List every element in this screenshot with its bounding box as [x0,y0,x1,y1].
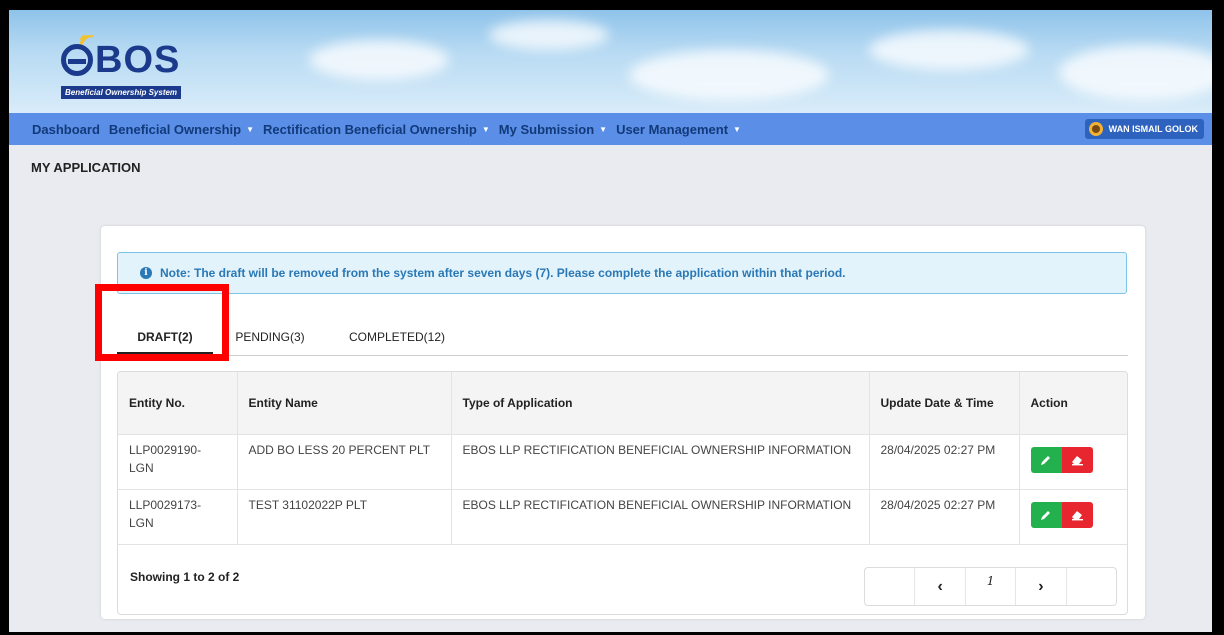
col-header-entity-no[interactable]: Entity No. [118,372,238,435]
cell-type: EBOS LLP RECTIFICATION BENEFICIAL OWNERS… [451,434,870,490]
nav-label: Dashboard [32,121,100,137]
logo-text: BOS [95,39,181,81]
eraser-icon [1071,456,1083,466]
nav-beneficial-ownership[interactable]: Beneficial Ownership ▼ [109,122,254,137]
info-icon: i [140,267,152,279]
showing-count: Showing 1 to 2 of 2 [130,570,240,584]
chevron-left-icon[interactable]: ‹ [914,568,964,605]
applications-table: Entity No. Entity Name Type of Applicati… [117,371,1128,615]
chevron-right-icon[interactable]: › [1015,568,1065,605]
tab-pending[interactable]: PENDING(3) [223,314,317,354]
pagination-spacer [865,568,914,605]
nav-label: Beneficial Ownership [108,121,242,137]
main-navbar: Dashboard Beneficial Ownership ▼ Rectifi… [9,113,1212,145]
pencil-icon [1041,511,1050,520]
col-header-type[interactable]: Type of Application [451,372,870,435]
caret-down-icon: ▼ [481,124,490,134]
caret-down-icon: ▼ [246,124,255,134]
status-tabs: DRAFT(2) PENDING(3) COMPLETED(12) [117,314,1128,356]
caret-down-icon: ▼ [733,124,741,134]
table-row: LLP0029173-LGN TEST 31102022P PLT EBOS L… [118,489,1127,545]
pagination-spacer [1065,568,1116,605]
cell-updated: 28/04/2025 02:27 PM [869,489,1020,545]
nav-my-submission[interactable]: My Submission ▼ [499,122,607,137]
nav-label: User Management [616,121,729,137]
header-banner: BOS Beneficial Ownership System [9,10,1212,113]
logo-subtitle: Beneficial Ownership System [61,86,182,99]
cell-entity-no: LLP0029173-LGN [118,489,238,545]
note-text: Note: The draft will be removed from the… [160,266,846,280]
cell-type: EBOS LLP RECTIFICATION BENEFICIAL OWNERS… [451,489,870,545]
nav-rectification-beneficial-ownership[interactable]: Rectification Beneficial Ownership ▼ [263,122,490,137]
delete-draft-button[interactable] [1061,447,1093,473]
cell-entity-no: LLP0029190-LGN [118,434,238,490]
cell-entity-name: TEST 31102022P PLT [237,489,452,545]
cell-entity-name: ADD BO LESS 20 PERCENT PLT [237,434,452,490]
user-name: WAN ISMAIL GOLOK [1108,124,1198,134]
ebos-logo[interactable]: BOS Beneficial Ownership System [55,26,215,106]
nav-label: Rectification Beneficial Ownership [263,121,477,137]
nav-dashboard[interactable]: Dashboard [32,122,100,137]
delete-draft-button[interactable] [1061,502,1093,528]
applications-card: i Note: The draft will be removed from t… [101,226,1145,619]
cell-actions [1019,489,1127,545]
eraser-icon [1071,511,1083,521]
nav-user-management[interactable]: User Management ▼ [616,122,741,137]
draft-note-alert: i Note: The draft will be removed from t… [117,252,1127,294]
page-title: MY APPLICATION [31,160,141,175]
cell-actions [1019,434,1127,490]
nav-label: My Submission [498,121,595,137]
caret-down-icon: ▼ [599,124,608,134]
user-avatar-icon [1088,122,1103,136]
edit-button[interactable] [1030,502,1062,528]
cell-updated: 28/04/2025 02:27 PM [869,434,1020,490]
table-header-row: Entity No. Entity Name Type of Applicati… [118,372,1127,435]
edit-button[interactable] [1030,447,1062,473]
table-footer: Showing 1 to 2 of 2 ‹ 1 › [118,558,1127,614]
table-row: LLP0029190-LGN ADD BO LESS 20 PERCENT PL… [118,434,1127,490]
pencil-icon [1041,456,1050,465]
page-number[interactable]: 1 [964,568,1015,605]
pagination: ‹ 1 › [864,567,1117,606]
tab-completed[interactable]: COMPLETED(12) [335,314,459,354]
draft-tab-highlight [95,284,229,361]
col-header-action: Action [1019,372,1127,435]
col-header-entity-name[interactable]: Entity Name [237,372,452,435]
col-header-update-date[interactable]: Update Date & Time [869,372,1020,435]
logo-e-mark [61,44,93,76]
user-menu-button[interactable]: WAN ISMAIL GOLOK [1084,119,1204,139]
